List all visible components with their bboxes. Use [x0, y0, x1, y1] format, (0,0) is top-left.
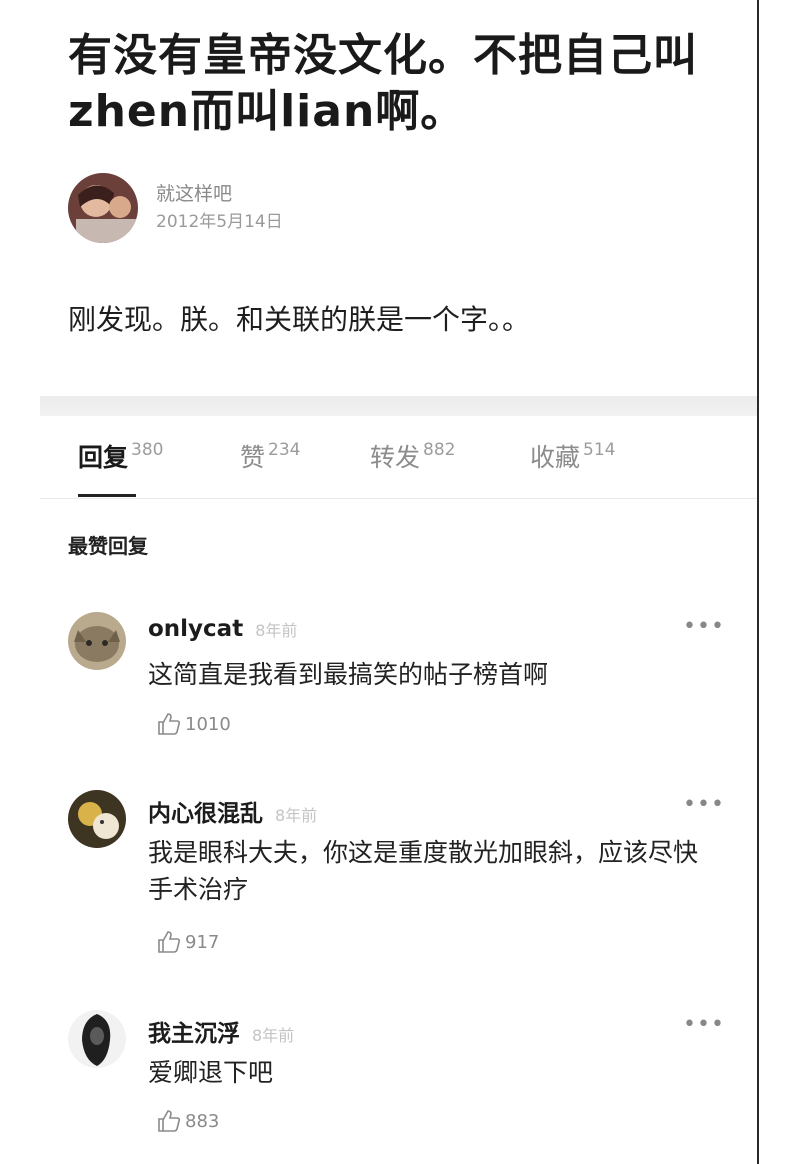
like-count: 917	[185, 931, 220, 953]
reply-item: 我主沉浮 8年前 ••• 爱卿退下吧 883	[68, 1010, 748, 1140]
like-button[interactable]: 883	[156, 1108, 219, 1134]
more-dots-icon[interactable]: •••	[683, 614, 725, 639]
author-name[interactable]: 就这样吧	[156, 181, 283, 207]
tab-count: 234	[268, 440, 301, 460]
tab-likes[interactable]: 赞 234	[240, 434, 300, 500]
reply-item: 内心很混乱 8年前 ••• 我是眼科大夫，你这是重度散光加眼斜，应该尽快手术治疗…	[68, 790, 748, 970]
active-tab-underline	[78, 494, 136, 497]
thumbs-up-icon	[158, 1110, 181, 1132]
reply-author-name[interactable]: onlycat	[148, 616, 243, 642]
like-button[interactable]: 917	[156, 929, 219, 955]
reply-avatar[interactable]	[68, 1010, 126, 1068]
tab-label: 赞	[240, 443, 266, 472]
reply-avatar[interactable]	[68, 790, 126, 848]
tab-label: 收藏	[530, 443, 581, 472]
reply-text: 我是眼科大夫，你这是重度散光加眼斜，应该尽快手术治疗	[148, 838, 699, 904]
more-dots-icon[interactable]: •••	[683, 1012, 725, 1037]
tab-favorites[interactable]: 收藏 514	[530, 434, 615, 500]
reply-avatar[interactable]	[68, 612, 126, 670]
reply-time: 8年前	[252, 1026, 295, 1045]
like-count: 883	[185, 1110, 220, 1132]
post-date: 2012年5月14日	[156, 212, 283, 232]
more-dots-icon[interactable]: •••	[683, 792, 725, 817]
post-author[interactable]: 就这样吧 2012年5月14日	[68, 172, 283, 244]
tab-bar-border	[40, 498, 757, 499]
section-heading: 最赞回复	[68, 534, 148, 558]
tab-count: 380	[131, 440, 164, 460]
author-avatar[interactable]	[68, 173, 138, 243]
tab-reposts[interactable]: 转发 882	[370, 434, 455, 500]
section-divider	[40, 396, 757, 416]
tab-label: 回复	[78, 443, 129, 472]
thumbs-up-icon	[158, 713, 181, 735]
thumbs-up-icon	[158, 931, 181, 953]
post-body: 刚发现。朕。和关联的朕是一个字。。	[68, 303, 531, 336]
reply-author-name[interactable]: 内心很混乱	[148, 794, 263, 828]
reply-time: 8年前	[255, 621, 298, 640]
page: 有没有皇帝没文化。不把自己叫zhen而叫lian啊。 就这样吧 2012年5月1…	[0, 0, 800, 1164]
tab-count: 514	[583, 440, 616, 460]
reply-text: 爱卿退下吧	[148, 1058, 274, 1087]
tab-count: 882	[423, 440, 456, 460]
reply-time: 8年前	[275, 806, 318, 825]
post-title: 有没有皇帝没文化。不把自己叫zhen而叫lian啊。	[68, 30, 698, 137]
reply-author-name[interactable]: 我主沉浮	[148, 1014, 240, 1048]
like-count: 1010	[185, 713, 231, 735]
screen-edge-line	[757, 0, 759, 1164]
reply-text: 这简直是我看到最搞笑的帖子榜首啊	[148, 660, 549, 689]
like-button[interactable]: 1010	[156, 711, 231, 737]
tab-bar: 回复 380 赞 234 转发 882 收藏 514	[78, 434, 758, 500]
reply-item: onlycat 8年前 ••• 这简直是我看到最搞笑的帖子榜首啊 1010	[68, 612, 748, 742]
tab-replies[interactable]: 回复 380	[78, 434, 163, 500]
tab-label: 转发	[370, 443, 421, 472]
